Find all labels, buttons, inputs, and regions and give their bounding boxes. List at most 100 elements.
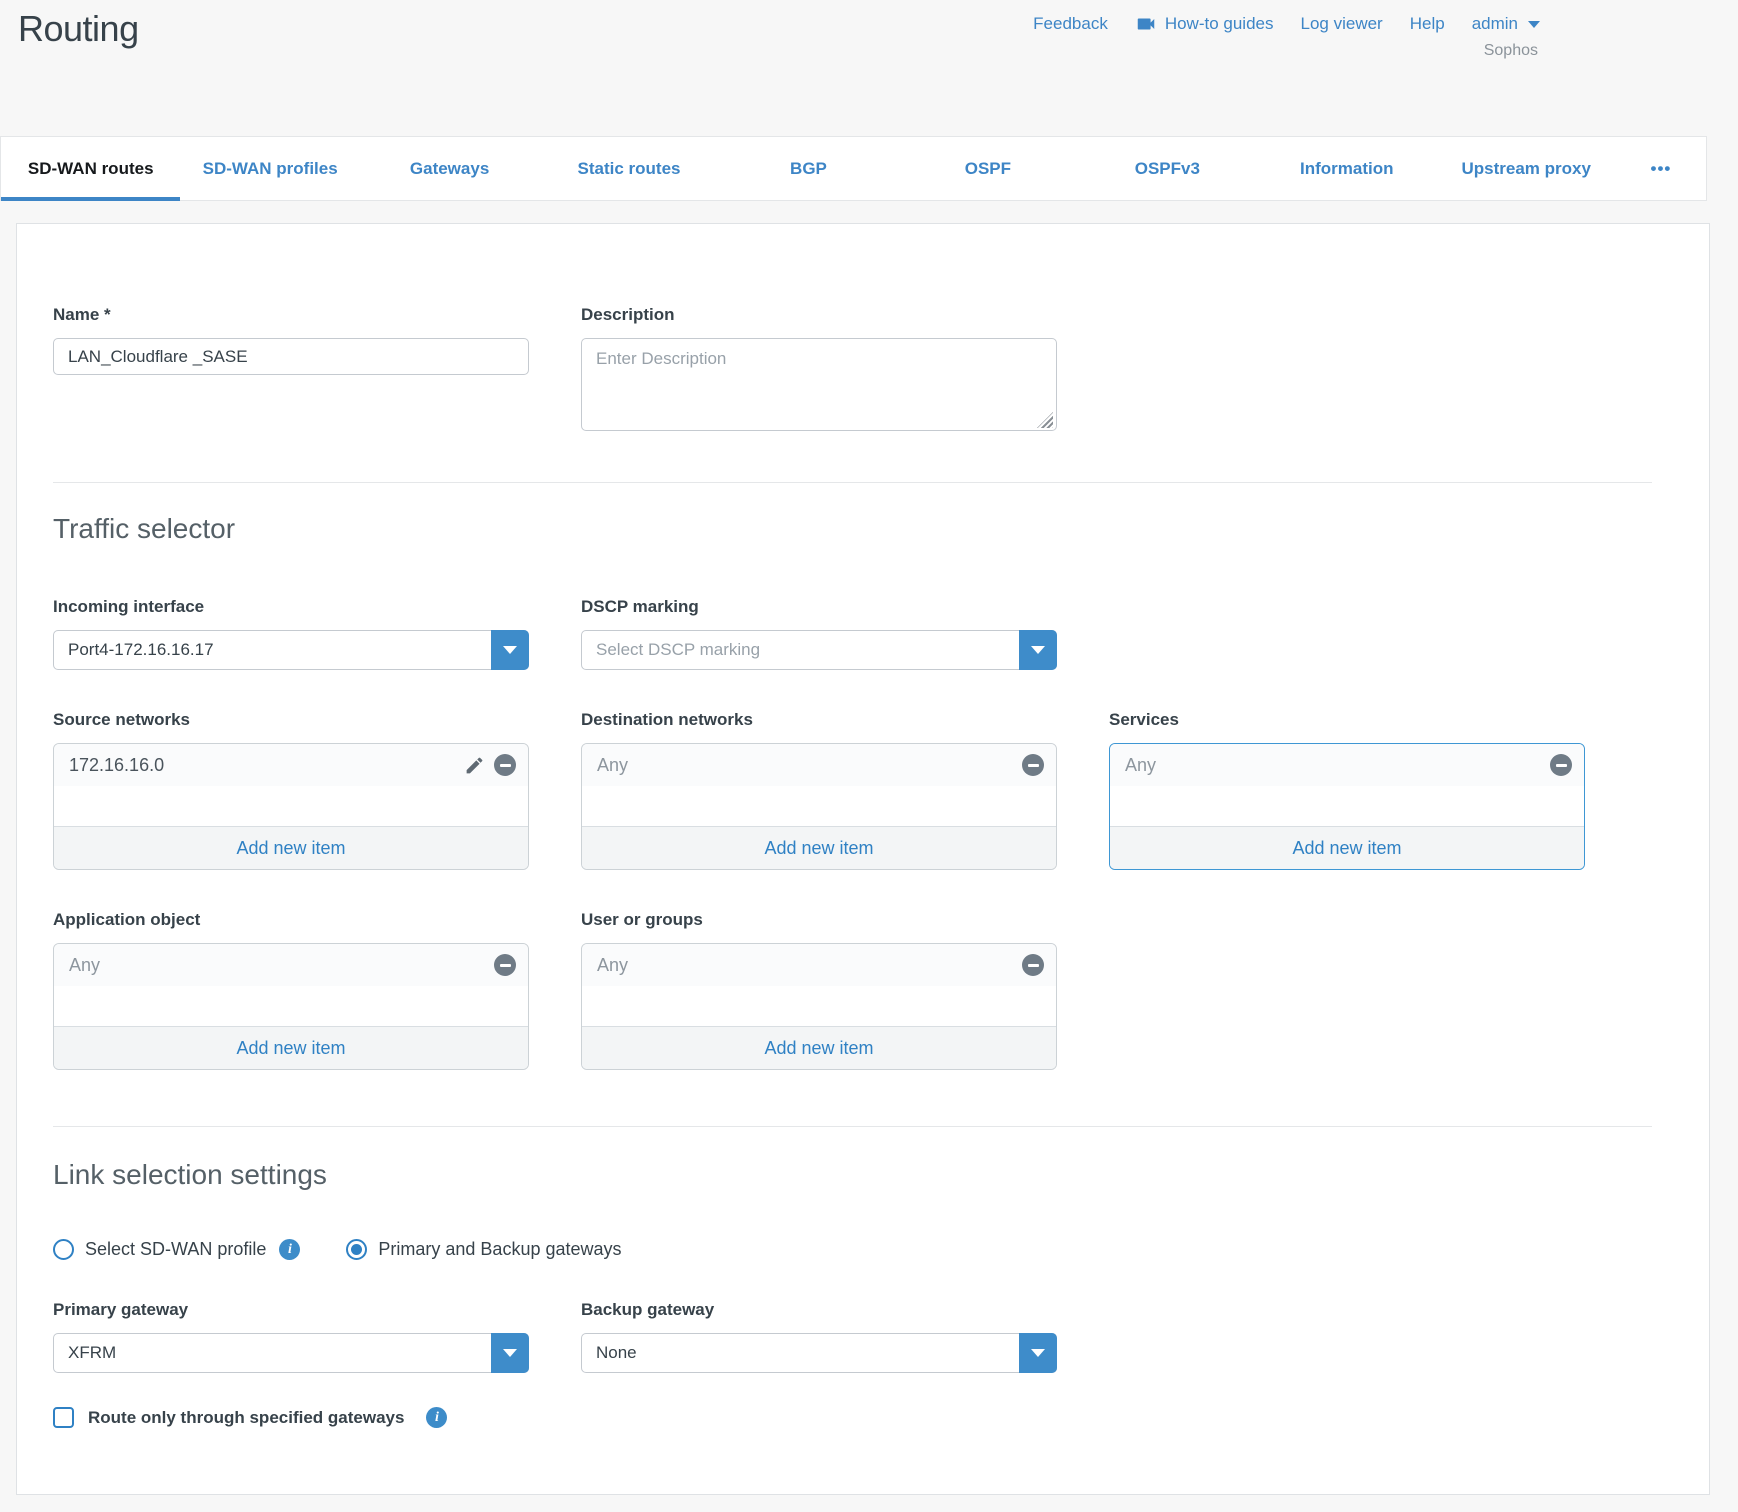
placeholder-value: Select DSCP marking xyxy=(596,640,760,660)
list-item-label: Any xyxy=(1125,755,1156,776)
remove-item-icon[interactable] xyxy=(1022,754,1044,776)
source-networks-label: Source networks xyxy=(53,710,529,730)
description-field-group: Description xyxy=(581,305,1057,436)
video-camera-icon xyxy=(1135,13,1157,35)
backup-gateway-label: Backup gateway xyxy=(581,1300,1057,1320)
destination-networks-label: Destination networks xyxy=(581,710,1057,730)
list-item-label: Any xyxy=(597,755,628,776)
header-links: Feedback How-to guides Log viewer Help a… xyxy=(1033,13,1540,35)
remove-item-icon[interactable] xyxy=(1022,954,1044,976)
add-new-item-button[interactable]: Add new item xyxy=(582,1026,1056,1069)
list-item-label: 172.16.16.0 xyxy=(69,755,164,776)
selected-value: XFRM xyxy=(68,1343,116,1363)
tab-overflow-menu[interactable]: ••• xyxy=(1616,137,1706,200)
list-item: Any xyxy=(582,744,1056,786)
tab-sdwan-routes[interactable]: SD-WAN routes xyxy=(1,137,180,200)
backup-gateway-select[interactable]: None xyxy=(581,1333,1057,1373)
list-item-label: Any xyxy=(69,955,100,976)
backup-gateway-group: Backup gateway None xyxy=(581,1300,1057,1373)
add-new-item-button[interactable]: Add new item xyxy=(1110,826,1584,869)
dscp-marking-label: DSCP marking xyxy=(581,597,1057,617)
list-item: 172.16.16.0 xyxy=(54,744,528,786)
source-networks-box: 172.16.16.0 Add new item xyxy=(53,743,529,870)
primary-gateway-label: Primary gateway xyxy=(53,1300,529,1320)
primary-gateway-group: Primary gateway XFRM xyxy=(53,1300,529,1373)
destination-networks-box: Any Add new item xyxy=(581,743,1057,870)
radio-label: Primary and Backup gateways xyxy=(378,1239,621,1260)
description-textarea[interactable] xyxy=(581,338,1057,431)
selected-value: Port4-172.16.16.17 xyxy=(68,640,214,660)
services-label: Services xyxy=(1109,710,1585,730)
chevron-down-icon[interactable] xyxy=(1019,1333,1057,1373)
info-icon[interactable]: i xyxy=(426,1407,447,1428)
list-item: Any xyxy=(54,944,528,986)
feedback-link[interactable]: Feedback xyxy=(1033,14,1108,34)
name-input[interactable] xyxy=(53,338,529,375)
tab-static-routes[interactable]: Static routes xyxy=(539,137,718,200)
list-empty-space xyxy=(1110,786,1584,826)
list-item: Any xyxy=(1110,744,1584,786)
user-or-groups-group: User or groups Any Add new item xyxy=(581,910,1057,1070)
services-box: Any Add new item xyxy=(1109,743,1585,870)
dscp-marking-select[interactable]: Select DSCP marking xyxy=(581,630,1057,670)
dscp-marking-group: DSCP marking Select DSCP marking xyxy=(581,597,1057,670)
traffic-selector-heading: Traffic selector xyxy=(53,513,1652,545)
source-networks-group: Source networks 172.16.16.0 Add new item xyxy=(53,710,529,870)
tab-ospfv3[interactable]: OSPFv3 xyxy=(1078,137,1257,200)
services-group: Services Any Add new item xyxy=(1109,710,1585,870)
add-new-item-button[interactable]: Add new item xyxy=(54,1026,528,1069)
help-link[interactable]: Help xyxy=(1410,14,1445,34)
list-empty-space xyxy=(54,786,528,826)
radio-label: Select SD-WAN profile xyxy=(85,1239,266,1260)
tab-upstream-proxy[interactable]: Upstream proxy xyxy=(1437,137,1616,200)
radio-primary-backup-gateways[interactable] xyxy=(346,1239,367,1260)
chevron-down-icon xyxy=(1528,21,1540,28)
tab-bar: SD-WAN routes SD-WAN profiles Gateways S… xyxy=(0,136,1707,201)
incoming-interface-group: Incoming interface Port4-172.16.16.17 xyxy=(53,597,529,670)
name-label: Name * xyxy=(53,305,529,325)
application-object-label: Application object xyxy=(53,910,529,930)
list-empty-space xyxy=(582,986,1056,1026)
destination-networks-group: Destination networks Any Add new item xyxy=(581,710,1057,870)
chevron-down-icon[interactable] xyxy=(491,1333,529,1373)
remove-item-icon[interactable] xyxy=(494,754,516,776)
routing-page: Routing Feedback How-to guides Log viewe… xyxy=(0,0,1738,1512)
list-item: Any xyxy=(582,944,1056,986)
name-field-group: Name * xyxy=(53,305,529,375)
user-menu[interactable]: admin xyxy=(1472,14,1540,34)
radio-select-sdwan-profile[interactable] xyxy=(53,1239,74,1260)
remove-item-icon[interactable] xyxy=(494,954,516,976)
user-or-groups-box: Any Add new item xyxy=(581,943,1057,1070)
list-item-label: Any xyxy=(597,955,628,976)
route-only-checkbox[interactable] xyxy=(53,1407,74,1428)
list-empty-space xyxy=(582,786,1056,826)
edit-pencil-icon[interactable] xyxy=(464,755,485,776)
remove-item-icon[interactable] xyxy=(1550,754,1572,776)
tab-gateways[interactable]: Gateways xyxy=(360,137,539,200)
incoming-interface-select[interactable]: Port4-172.16.16.17 xyxy=(53,630,529,670)
application-object-box: Any Add new item xyxy=(53,943,529,1070)
list-empty-space xyxy=(54,986,528,1026)
info-icon[interactable]: i xyxy=(279,1239,300,1260)
primary-gateway-select[interactable]: XFRM xyxy=(53,1333,529,1373)
brand-label: Sophos xyxy=(1484,42,1538,60)
add-new-item-button[interactable]: Add new item xyxy=(582,826,1056,869)
chevron-down-icon[interactable] xyxy=(1019,630,1057,670)
page-title: Routing xyxy=(18,8,139,50)
application-object-group: Application object Any Add new item xyxy=(53,910,529,1070)
description-label: Description xyxy=(581,305,1057,325)
add-new-item-button[interactable]: Add new item xyxy=(54,826,528,869)
user-or-groups-label: User or groups xyxy=(581,910,1057,930)
chevron-down-icon[interactable] xyxy=(491,630,529,670)
tab-bgp[interactable]: BGP xyxy=(719,137,898,200)
howto-guides-link[interactable]: How-to guides xyxy=(1135,13,1274,35)
log-viewer-link[interactable]: Log viewer xyxy=(1301,14,1383,34)
tab-sdwan-profiles[interactable]: SD-WAN profiles xyxy=(180,137,359,200)
route-only-label: Route only through specified gateways xyxy=(88,1408,404,1428)
sdwan-route-form: Name * Description Traffic selector Inco… xyxy=(16,223,1710,1495)
tab-ospf[interactable]: OSPF xyxy=(898,137,1077,200)
divider xyxy=(53,1126,1652,1127)
incoming-interface-label: Incoming interface xyxy=(53,597,529,617)
page-header: Routing Feedback How-to guides Log viewe… xyxy=(0,0,1738,136)
tab-information[interactable]: Information xyxy=(1257,137,1436,200)
